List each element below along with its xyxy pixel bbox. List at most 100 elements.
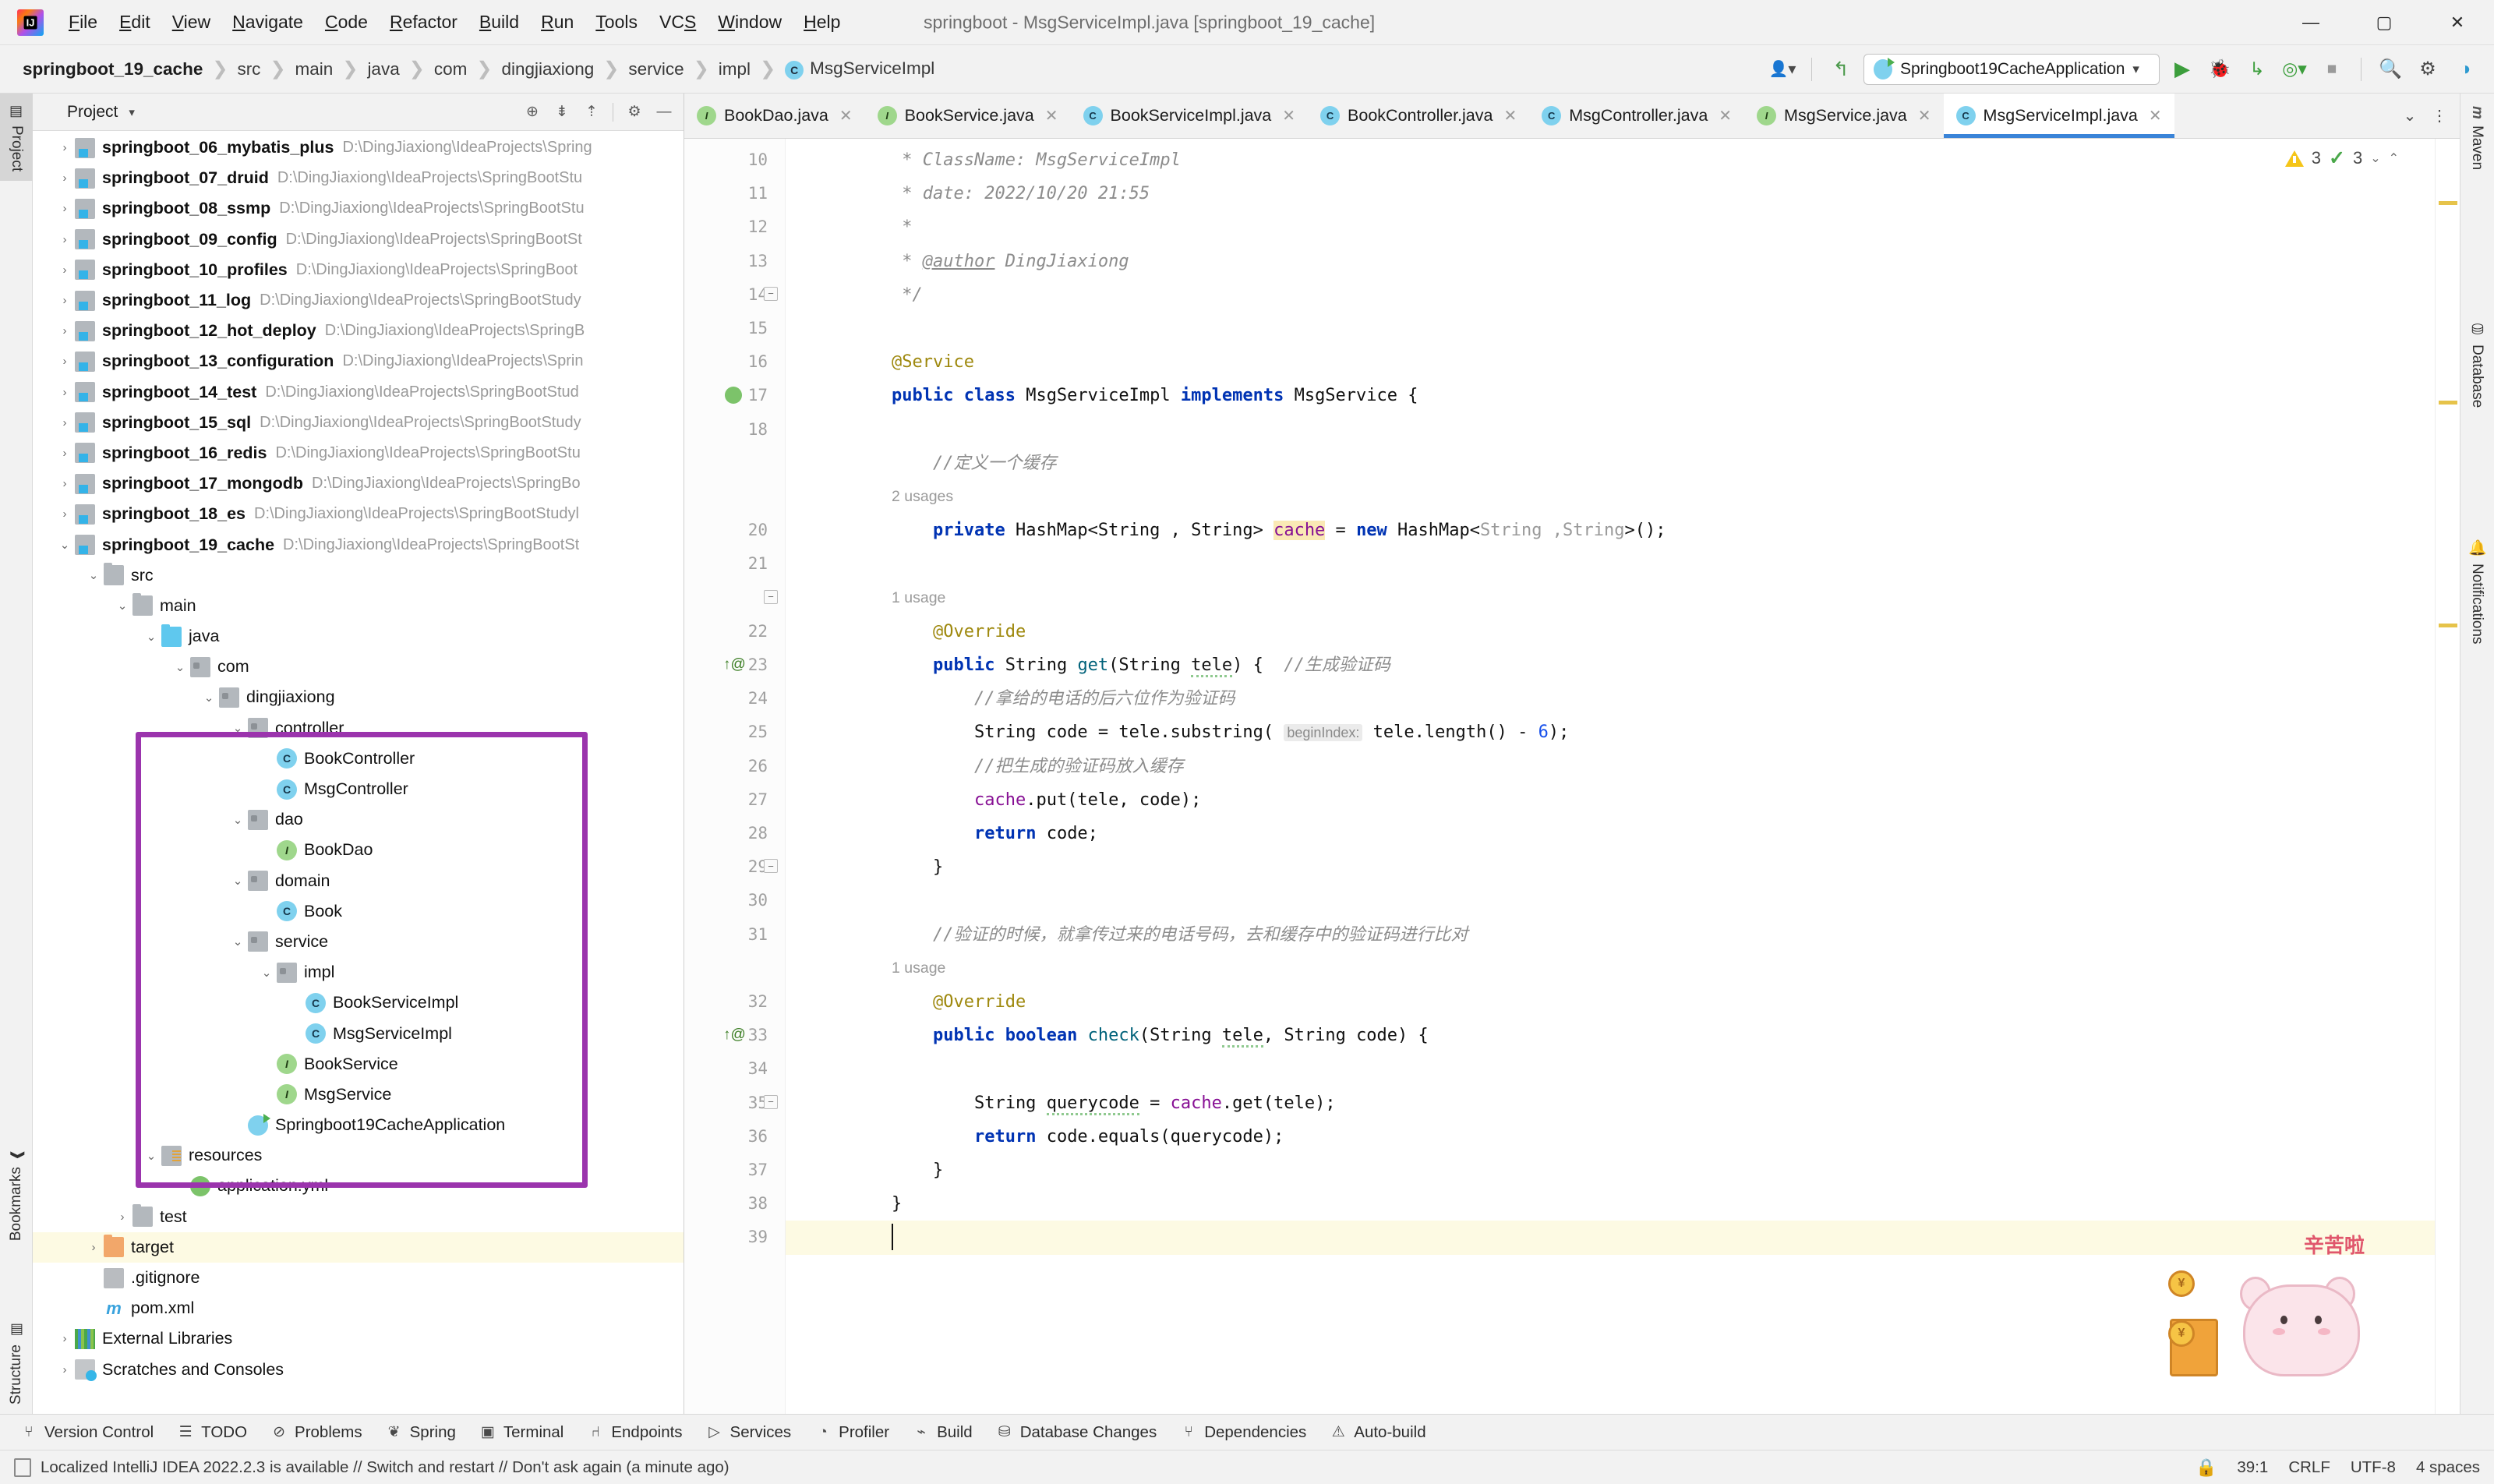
- settings-icon[interactable]: ⚙: [2413, 55, 2443, 84]
- tree-node-scratches-and-consoles[interactable]: › Scratches and Consoles: [33, 1355, 684, 1385]
- tree-node-springboot-17-mongodb[interactable]: › springboot_17_mongodb D:\DingJiaxiong\Id…: [33, 468, 684, 499]
- tree-node-springboot-12-hot-deploy[interactable]: › springboot_12_hot_deploy D:\DingJiaxiong…: [33, 316, 684, 346]
- toolwindow-services[interactable]: ▷ Services: [697, 1420, 801, 1445]
- expand-arrow-icon[interactable]: ⌄: [85, 568, 102, 582]
- expand-arrow-icon[interactable]: ›: [56, 141, 73, 154]
- tree-node-springboot-19-cache[interactable]: ⌄ springboot_19_cache D:\DingJiaxiong\Idea…: [33, 529, 684, 560]
- toolwindow-todo[interactable]: ☰ TODO: [168, 1420, 256, 1445]
- minimize-button[interactable]: —: [2274, 0, 2347, 45]
- expand-arrow-icon[interactable]: ⌄: [143, 1149, 160, 1163]
- breadcrumb-item-main[interactable]: main: [293, 58, 336, 81]
- close-icon[interactable]: ✕: [839, 106, 853, 125]
- tree-node-resources[interactable]: ⌄ resources: [33, 1140, 684, 1171]
- expand-arrow-icon[interactable]: ›: [56, 324, 73, 337]
- gutter-run-icon[interactable]: [725, 387, 742, 405]
- expand-arrow-icon[interactable]: ⌄: [229, 813, 246, 827]
- tree-node--gitignore[interactable]: ›.gitignore: [33, 1263, 684, 1293]
- tree-node-application-yml[interactable]: ›application.yml: [33, 1171, 684, 1201]
- tree-node-dao[interactable]: ⌄ dao: [33, 804, 684, 835]
- tree-node-springboot-18-es[interactable]: › springboot_18_es D:\DingJiaxiong\IdeaPro…: [33, 499, 684, 529]
- menu-tools[interactable]: Tools: [585, 7, 648, 37]
- code-fold-marker[interactable]: −: [764, 1094, 778, 1109]
- tree-node-springboot-14-test[interactable]: › springboot_14_test D:\DingJiaxiong\IdeaP…: [33, 377, 684, 408]
- menu-refactor[interactable]: Refactor: [379, 7, 468, 37]
- toolwindow-spring[interactable]: ❦ Spring: [376, 1420, 465, 1445]
- tree-node-springboot-13-configuration[interactable]: › springboot_13_configuration D:\DingJiaxi…: [33, 346, 684, 376]
- tree-node-pom-xml[interactable]: ›mpom.xml: [33, 1293, 684, 1323]
- expand-arrow-icon[interactable]: ⌄: [229, 935, 246, 949]
- tree-node-main[interactable]: ⌄ main: [33, 591, 684, 621]
- tab-list-icon[interactable]: ⌄: [2396, 102, 2424, 130]
- ide-highlight-icon[interactable]: ◑: [2450, 55, 2480, 84]
- tree-node-target[interactable]: › target: [33, 1231, 684, 1263]
- tree-node-book[interactable]: ›CBook: [33, 896, 684, 927]
- tree-node-msgcontroller[interactable]: ›CMsgController: [33, 774, 684, 804]
- expand-arrow-icon[interactable]: ›: [56, 233, 73, 246]
- search-everywhere-icon[interactable]: 🔍: [2376, 55, 2405, 84]
- tree-node-impl[interactable]: ⌄ impl: [33, 957, 684, 988]
- indent-setting[interactable]: 4 spaces: [2416, 1458, 2480, 1477]
- toolwindow-database-changes[interactable]: ⛁ Database Changes: [987, 1420, 1167, 1445]
- tree-node-springboot-15-sql[interactable]: › springboot_15_sql D:\DingJiaxiong\IdeaPr…: [33, 408, 684, 438]
- expand-arrow-icon[interactable]: ⌄: [229, 874, 246, 888]
- lock-icon[interactable]: 🔒: [2195, 1458, 2217, 1478]
- expand-arrow-icon[interactable]: ⌄: [56, 538, 73, 552]
- tree-node-msgservice[interactable]: ›IMsgService: [33, 1079, 684, 1110]
- menu-code[interactable]: Code: [314, 7, 379, 37]
- stop-icon[interactable]: ■: [2317, 55, 2347, 84]
- toolwindow-problems[interactable]: ⊘ Problems: [261, 1420, 372, 1445]
- expand-arrow-icon[interactable]: ›: [56, 1332, 73, 1345]
- maximize-button[interactable]: ▢: [2347, 0, 2421, 45]
- chevron-down-icon[interactable]: ▾: [129, 105, 135, 119]
- tree-node-springboot19cacheapplication[interactable]: ›Springboot19CacheApplication: [33, 1110, 684, 1140]
- expand-arrow-icon[interactable]: ›: [56, 263, 73, 277]
- menu-file[interactable]: File: [58, 7, 108, 37]
- editor-code[interactable]: * ClassName: MsgServiceImpl * date: 2022…: [786, 139, 2435, 1414]
- tab-bookcontroller[interactable]: C BookController.java ✕: [1308, 94, 1529, 138]
- tab-options-icon[interactable]: ⋮: [2425, 102, 2453, 130]
- expand-arrow-icon[interactable]: ›: [56, 294, 73, 307]
- breadcrumb-item-springboot_19_cache[interactable]: springboot_19_cache: [20, 58, 205, 81]
- menu-help[interactable]: Help: [793, 7, 851, 37]
- sidebar-item-bookmarks[interactable]: Bookmarks ❰: [0, 1140, 33, 1250]
- profiler-icon[interactable]: ◎▾: [2280, 55, 2309, 84]
- expand-all-icon[interactable]: ⇟: [549, 99, 575, 125]
- menu-navigate[interactable]: Navigate: [221, 7, 314, 37]
- file-encoding[interactable]: UTF-8: [2351, 1458, 2396, 1477]
- breadcrumb-item-dingjiaxiong[interactable]: dingjiaxiong: [499, 58, 596, 81]
- expand-arrow-icon[interactable]: ›: [56, 1363, 73, 1376]
- code-fold-marker[interactable]: −: [764, 589, 778, 604]
- tab-msgserviceimpl[interactable]: C MsgServiceImpl.java ✕: [1943, 94, 2174, 138]
- collapse-all-icon[interactable]: ⇡: [578, 99, 605, 125]
- toolwindow-version-control[interactable]: ⑂ Version Control: [11, 1420, 163, 1445]
- tree-node-bookserviceimpl[interactable]: ›CBookServiceImpl: [33, 988, 684, 1018]
- code-fold-marker[interactable]: −: [764, 859, 778, 874]
- sidebar-item-maven[interactable]: m Maven: [2460, 97, 2494, 179]
- tree-node-springboot-09-config[interactable]: › springboot_09_config D:\DingJiaxiong\Ide…: [33, 224, 684, 255]
- editor-marker-strip[interactable]: [2435, 139, 2460, 1414]
- breadcrumb-item-impl[interactable]: impl: [716, 58, 753, 81]
- expand-arrow-icon[interactable]: ⌄: [229, 721, 246, 735]
- tree-node-service[interactable]: ⌄ service: [33, 927, 684, 957]
- debug-icon[interactable]: 🐞: [2205, 55, 2234, 84]
- expand-arrow-icon[interactable]: ›: [56, 507, 73, 521]
- expand-arrow-icon[interactable]: ›: [85, 1241, 102, 1254]
- breadcrumb-item-service[interactable]: service: [626, 58, 686, 81]
- expand-arrow-icon[interactable]: ›: [56, 416, 73, 429]
- sidebar-item-database[interactable]: ⛁ Database: [2460, 312, 2494, 417]
- select-opened-file-icon[interactable]: ⊕: [519, 99, 546, 125]
- expand-arrow-icon[interactable]: ⌄: [258, 966, 275, 980]
- editor-gutter[interactable]: 10 11 12 13 14 15 16 17 18 20 21 22 23 24 25 26 27 28 29 30…: [684, 139, 786, 1414]
- expand-arrow-icon[interactable]: ⌄: [143, 630, 160, 644]
- tree-node-java[interactable]: ⌄ java: [33, 621, 684, 652]
- chevron-down-icon[interactable]: ⌄: [2370, 150, 2380, 166]
- tree-node-springboot-10-profiles[interactable]: › springboot_10_profiles D:\DingJiaxiong\I…: [33, 255, 684, 285]
- close-icon[interactable]: ✕: [1719, 106, 1732, 125]
- toolwindow-endpoints[interactable]: ⑁ Endpoints: [578, 1420, 691, 1445]
- tree-node-dingjiaxiong[interactable]: ⌄ dingjiaxiong: [33, 682, 684, 712]
- toolwindow-profiler[interactable]: ◔ Profiler: [805, 1420, 899, 1445]
- tab-bookserviceimpl[interactable]: C BookServiceImpl.java ✕: [1071, 94, 1309, 138]
- project-tree[interactable]: › springboot_06_mybatis_plus D:\DingJiaxio…: [33, 131, 684, 1414]
- expand-arrow-icon[interactable]: ›: [114, 1210, 131, 1224]
- run-with-coverage-icon[interactable]: ↳: [2242, 55, 2272, 84]
